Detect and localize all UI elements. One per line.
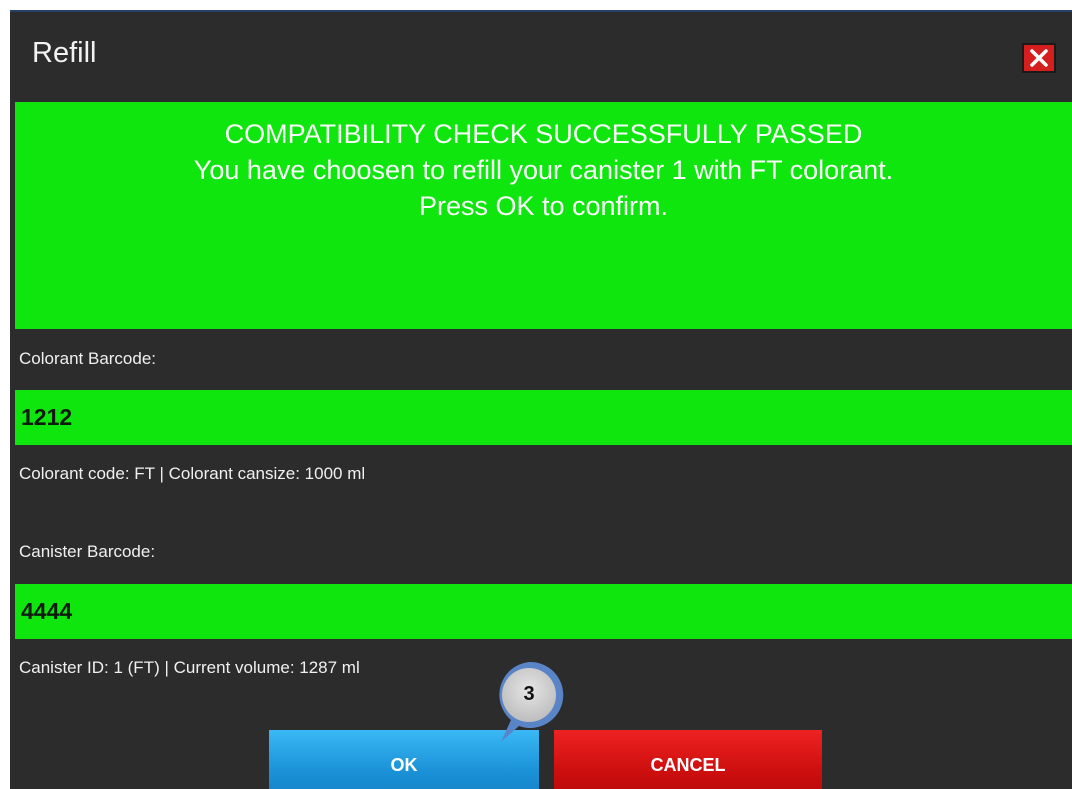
- step-callout: 3: [489, 658, 569, 748]
- canister-info-text: Canister ID: 1 (FT) | Current volume: 12…: [19, 658, 360, 677]
- banner-status-text: COMPATIBILITY CHECK SUCCESSFULLY PASSED: [224, 119, 863, 149]
- cancel-button[interactable]: CANCEL: [554, 730, 822, 789]
- banner-message-text: You have choosen to refill your canister…: [193, 155, 894, 185]
- step-number: 3: [523, 682, 535, 705]
- refill-dialog: Refill COMPATIBILITY CHECK SUCCESSFULLY …: [10, 10, 1072, 789]
- canister-barcode-label: Canister Barcode:: [19, 542, 156, 561]
- colorant-info-text: Colorant code: FT | Colorant cansize: 10…: [19, 464, 366, 483]
- colorant-barcode-input[interactable]: [15, 390, 1072, 445]
- banner-instruction-text: Press OK to confirm.: [418, 191, 669, 221]
- dialog-title: Refill: [32, 37, 97, 69]
- compatibility-banner: COMPATIBILITY CHECK SUCCESSFULLY PASSED …: [15, 102, 1072, 329]
- canister-barcode-input[interactable]: [15, 584, 1072, 639]
- colorant-barcode-label: Colorant Barcode:: [19, 349, 157, 368]
- close-button[interactable]: [1022, 43, 1056, 73]
- close-x-icon: [1030, 49, 1048, 67]
- title-bar: Refill: [10, 12, 1072, 100]
